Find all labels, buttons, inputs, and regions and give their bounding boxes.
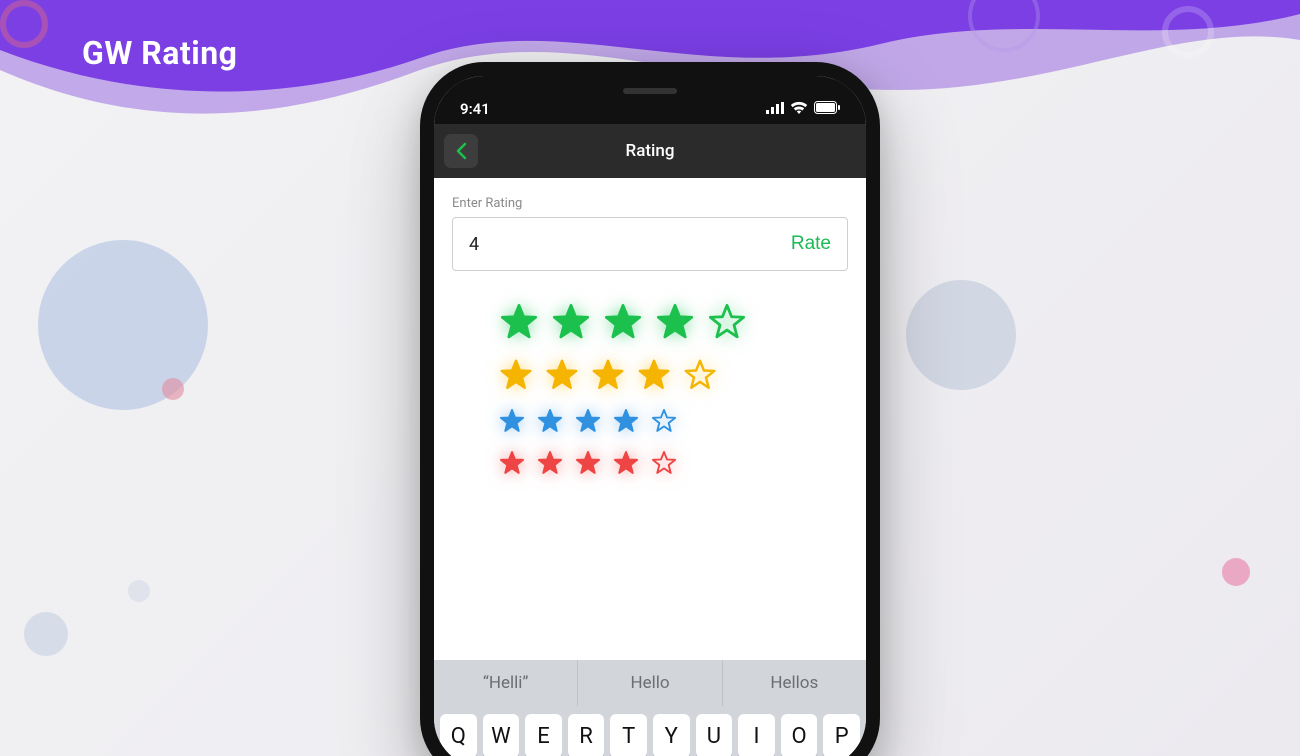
keyboard-key[interactable]: U	[696, 714, 733, 756]
ratings-preview	[452, 271, 848, 477]
rating-input[interactable]: 4	[469, 234, 479, 255]
keyboard-suggestion[interactable]: Hello	[578, 660, 722, 706]
page-title: GW Rating	[82, 34, 237, 72]
keyboard-suggestion[interactable]: “Helli”	[434, 660, 578, 706]
rating-input-row: 4 Rate	[452, 217, 848, 271]
bg-circle	[128, 580, 150, 602]
bg-ring	[0, 0, 48, 48]
chevron-left-icon	[455, 142, 467, 160]
nav-title: Rating	[626, 141, 675, 161]
keyboard-suggestions: “Helli”HelloHellos	[434, 660, 866, 706]
star-row[interactable]	[498, 357, 812, 393]
keyboard-key[interactable]: R	[568, 714, 605, 756]
cellular-icon	[766, 100, 784, 118]
keyboard-suggestion[interactable]: Hellos	[723, 660, 866, 706]
battery-icon	[814, 100, 840, 118]
keyboard: “Helli”HelloHellos QWERTYUIOP	[434, 660, 866, 756]
keyboard-key[interactable]: W	[483, 714, 520, 756]
nav-bar: Rating	[434, 124, 866, 178]
star-row[interactable]	[498, 301, 812, 343]
phone-mockup: 9:41 Rating Enter Rating 4 Rate “Helli”H…	[420, 62, 880, 756]
back-button[interactable]	[444, 134, 478, 168]
bg-circle	[162, 378, 184, 400]
phone-notch	[545, 76, 755, 110]
star-row[interactable]	[498, 407, 812, 435]
screen-content: Enter Rating 4 Rate	[434, 178, 866, 477]
keyboard-key[interactable]: T	[610, 714, 647, 756]
keyboard-key[interactable]: Y	[653, 714, 690, 756]
keyboard-key[interactable]: E	[525, 714, 562, 756]
keyboard-key[interactable]: P	[823, 714, 860, 756]
status-time: 9:41	[460, 100, 490, 118]
input-label: Enter Rating	[452, 196, 848, 211]
keyboard-key[interactable]: Q	[440, 714, 477, 756]
keyboard-key[interactable]: I	[738, 714, 775, 756]
keyboard-row: QWERTYUIOP	[434, 706, 866, 756]
rate-button[interactable]: Rate	[791, 233, 831, 255]
bg-circle	[24, 612, 68, 656]
bg-circle	[1222, 558, 1250, 586]
wifi-icon	[790, 100, 808, 118]
star-row[interactable]	[498, 449, 812, 477]
bg-circle	[906, 280, 1016, 390]
keyboard-key[interactable]: O	[781, 714, 818, 756]
